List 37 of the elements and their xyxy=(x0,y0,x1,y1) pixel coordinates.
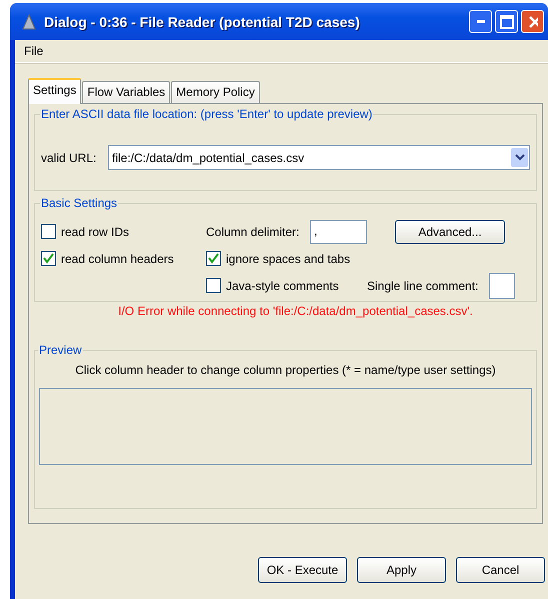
checkbox-label: ignore spaces and tabs xyxy=(226,252,350,266)
group-title: Enter ASCII data file location: (press 'Enter' to update preview) xyxy=(40,107,374,121)
dialog-button[interactable]: Cancel xyxy=(456,557,545,583)
delimiter-label: Column delimiter: xyxy=(206,224,300,238)
checkbox[interactable] xyxy=(206,278,221,293)
window-title: Dialog - 0:36 - File Reader (potential T2D cases) xyxy=(44,14,360,30)
dialog-button[interactable]: Apply xyxy=(357,557,446,583)
url-label: valid URL: xyxy=(41,150,98,164)
maximize-button[interactable] xyxy=(495,10,518,33)
url-combo-box[interactable]: file:/C:/data/dm_potential_cases.csv xyxy=(108,145,530,170)
checkbox[interactable] xyxy=(206,251,221,266)
tab[interactable]: Flow Variables xyxy=(82,81,170,103)
checkbox-label: read column headers xyxy=(61,252,174,266)
preview-hint: Click column header to change column properties (* = name/type user settings) xyxy=(74,363,497,377)
checkbox[interactable] xyxy=(41,251,56,266)
delimiter-field[interactable]: , xyxy=(310,220,367,244)
maximize-icon xyxy=(500,14,514,28)
close-button[interactable] xyxy=(521,10,544,33)
menu-item[interactable]: File xyxy=(22,44,46,58)
tab[interactable]: Memory Policy xyxy=(171,81,260,103)
minimize-icon xyxy=(476,20,484,23)
comment-field[interactable] xyxy=(489,272,515,298)
group-title: Basic Settings xyxy=(40,196,118,210)
group-title: Preview xyxy=(38,343,83,357)
dialog-button[interactable]: OK - Execute xyxy=(258,557,347,583)
chevron-down-icon xyxy=(514,154,524,161)
tab[interactable]: Settings xyxy=(28,78,82,104)
error-message: I/O Error while connecting to 'file:/C:/data/dm_potential_cases.csv'. xyxy=(117,304,474,320)
triangle-icon xyxy=(22,14,36,30)
minimize-button[interactable] xyxy=(469,10,492,33)
checkbox[interactable] xyxy=(41,224,56,239)
comment-label: Single line comment: xyxy=(367,278,480,292)
dropdown-button[interactable] xyxy=(511,148,528,167)
checkbox-label: Java-style comments xyxy=(226,278,339,292)
checkbox-label: read row IDs xyxy=(61,224,130,238)
close-icon xyxy=(528,14,538,28)
advanced-button[interactable]: Advanced... xyxy=(395,220,505,244)
